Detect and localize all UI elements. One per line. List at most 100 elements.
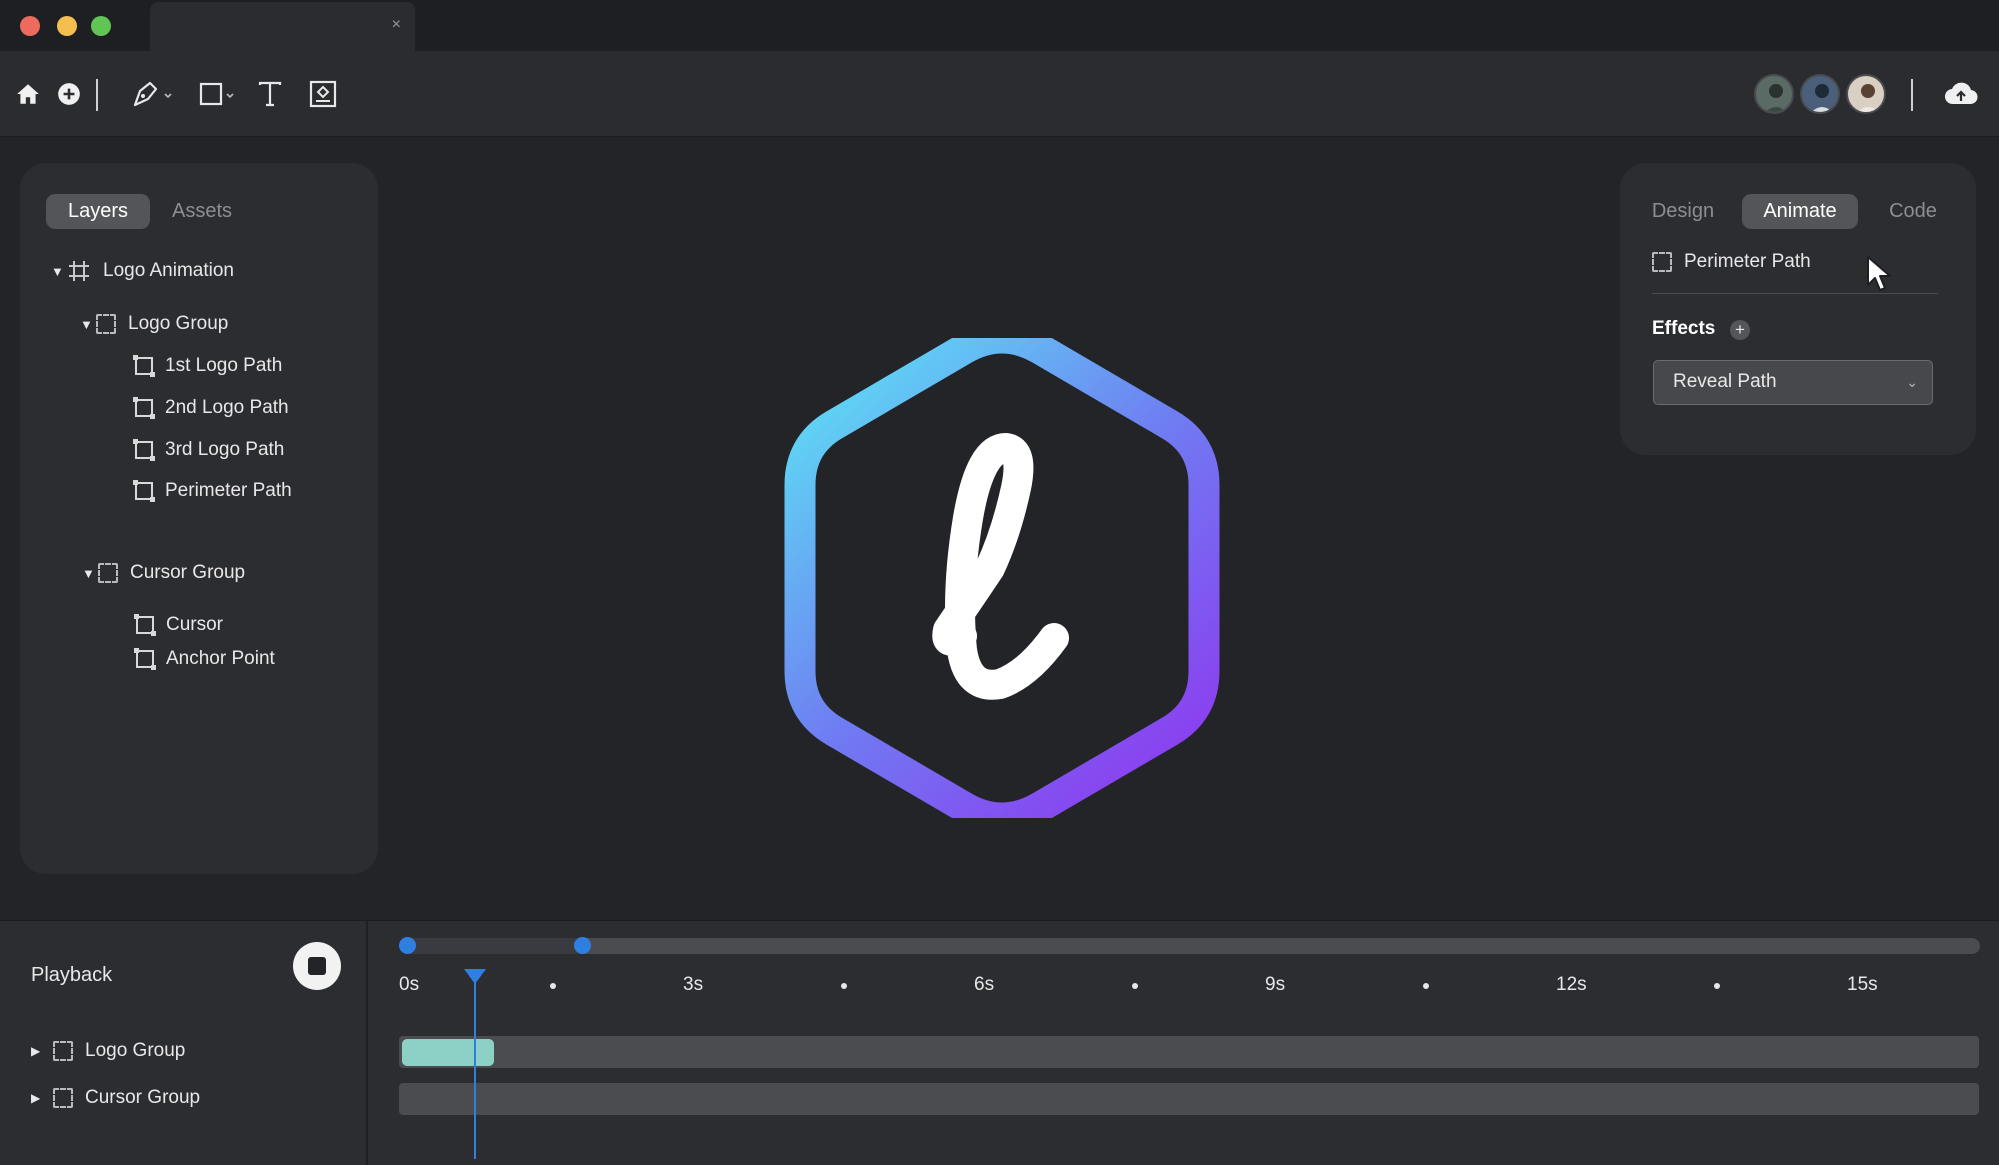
group-icon (1652, 252, 1672, 272)
tab-assets[interactable]: Assets (160, 194, 244, 229)
caret-down-icon[interactable]: ▼ (82, 566, 98, 581)
range-start-handle[interactable] (399, 937, 416, 954)
track-label: Cursor Group (85, 1087, 201, 1108)
timeline-panel: Playback ▶ Logo Group ▶ Cursor Group 0s 3… (0, 920, 1999, 1165)
layer-logo-animation[interactable]: ▼ Logo Animation (51, 259, 234, 283)
layer-3rd-logo-path[interactable]: 3rd Logo Path (133, 439, 285, 461)
path-icon (134, 648, 156, 670)
chevron-down-icon: ⌄ (1906, 374, 1918, 390)
layer-label: Perimeter Path (165, 480, 292, 501)
path-icon (133, 439, 155, 461)
title-bar: × (0, 0, 1999, 51)
logo-artwork[interactable] (784, 338, 1220, 818)
layer-label: Cursor (166, 614, 224, 635)
pen-tool-icon[interactable] (131, 77, 173, 111)
group-icon (96, 314, 116, 334)
toolbar-divider (1911, 79, 1913, 111)
layer-label: 1st Logo Path (165, 355, 283, 376)
track-logo-group[interactable]: ▶ Logo Group (31, 1040, 185, 1062)
scrub-range[interactable] (399, 938, 590, 954)
ruler-tick (840, 983, 847, 989)
tab-design[interactable]: Design (1640, 194, 1726, 229)
tab-close-icon[interactable]: × (392, 16, 401, 34)
track-bar-logo-group[interactable] (399, 1036, 1979, 1068)
frame-icon (69, 261, 89, 281)
path-icon (133, 355, 155, 377)
group-icon (98, 563, 118, 583)
layer-1st-logo-path[interactable]: 1st Logo Path (133, 355, 283, 377)
layer-perimeter-path[interactable]: Perimeter Path (133, 480, 292, 502)
ruler-label: 9s (1265, 974, 1286, 995)
path-icon (133, 480, 155, 502)
toolbar (0, 51, 1999, 137)
path-icon (133, 397, 155, 419)
timeline-tracks-sidebar: Playback ▶ Logo Group ▶ Cursor Group (0, 921, 368, 1165)
caret-right-icon[interactable]: ▶ (31, 1044, 53, 1058)
caret-right-icon[interactable]: ▶ (31, 1091, 53, 1105)
window-close-button[interactable] (20, 16, 40, 36)
layer-label: Anchor Point (166, 648, 275, 669)
layer-label: Cursor Group (130, 562, 246, 583)
caret-down-icon[interactable]: ▼ (80, 317, 96, 332)
track-bar-cursor-group[interactable] (399, 1083, 1979, 1115)
window-minimize-button[interactable] (57, 16, 77, 36)
layers-panel: Layers Assets ▼ Logo Animation ▼ Logo Gr… (20, 163, 378, 874)
layer-cursor[interactable]: Cursor (134, 614, 224, 636)
path-icon (134, 614, 156, 636)
ruler-tick (549, 983, 556, 989)
avatar[interactable] (1754, 74, 1794, 114)
window-maximize-button[interactable] (91, 16, 111, 36)
group-icon (53, 1041, 73, 1061)
effect-select[interactable]: Reveal Path ⌄ (1653, 360, 1933, 405)
document-tab[interactable]: × (150, 2, 415, 51)
ruler-label: 3s (683, 974, 704, 995)
properties-panel: Design Animate Code Perimeter Path Effec… (1620, 163, 1976, 455)
scrub-track[interactable] (400, 938, 1980, 954)
layer-label: 3rd Logo Path (165, 439, 285, 460)
track-cursor-group[interactable]: ▶ Cursor Group (31, 1087, 200, 1109)
mouse-pointer-icon (1867, 256, 1891, 291)
range-end-handle[interactable] (573, 937, 591, 954)
group-icon (53, 1088, 73, 1108)
layer-label: Logo Group (128, 313, 229, 334)
playhead-line (473, 969, 476, 1159)
selected-layer: Perimeter Path (1652, 251, 1811, 273)
playback-label: Playback (31, 964, 113, 986)
track-label: Logo Group (85, 1040, 186, 1061)
layer-label: Logo Animation (103, 260, 234, 281)
effects-title: Effects (1652, 318, 1716, 339)
effect-select-value: Reveal Path (1673, 371, 1777, 392)
stop-button[interactable] (293, 942, 341, 990)
rectangle-tool-icon[interactable] (199, 77, 239, 111)
logo-letter-path[interactable] (932, 433, 1069, 700)
layer-label: 2nd Logo Path (165, 397, 289, 418)
layer-cursor-group[interactable]: ▼ Cursor Group (82, 562, 245, 584)
ruler-tick (1131, 983, 1138, 989)
ruler-label: 6s (974, 974, 995, 995)
tab-code[interactable]: Code (1870, 194, 1956, 229)
ruler-tick (1713, 983, 1720, 989)
ruler-tick (1422, 983, 1429, 989)
layer-logo-group[interactable]: ▼ Logo Group (80, 313, 228, 335)
perimeter-path[interactable] (784, 338, 1220, 818)
layer-2nd-logo-path[interactable]: 2nd Logo Path (133, 397, 289, 419)
ruler-label: 15s (1847, 974, 1878, 995)
layer-anchor-point[interactable]: Anchor Point (134, 648, 275, 670)
tab-animate[interactable]: Animate (1742, 194, 1858, 229)
component-tool-icon[interactable] (309, 77, 337, 111)
avatar[interactable] (1800, 74, 1840, 114)
ruler-label: 12s (1556, 974, 1587, 995)
add-circle-icon[interactable] (56, 77, 82, 111)
caret-down-icon[interactable]: ▼ (51, 264, 67, 279)
home-icon[interactable] (15, 77, 41, 111)
playhead-handle[interactable] (463, 969, 486, 984)
add-effect-button[interactable]: + (1730, 320, 1750, 340)
text-tool-icon[interactable] (257, 77, 283, 111)
toolbar-divider (96, 79, 98, 111)
animation-clip[interactable] (402, 1039, 495, 1066)
selected-layer-label: Perimeter Path (1684, 251, 1811, 272)
avatar[interactable] (1846, 74, 1886, 114)
tab-layers[interactable]: Layers (46, 194, 150, 229)
ruler-label: 0s (399, 974, 420, 995)
cloud-upload-icon[interactable] (1944, 77, 1978, 111)
